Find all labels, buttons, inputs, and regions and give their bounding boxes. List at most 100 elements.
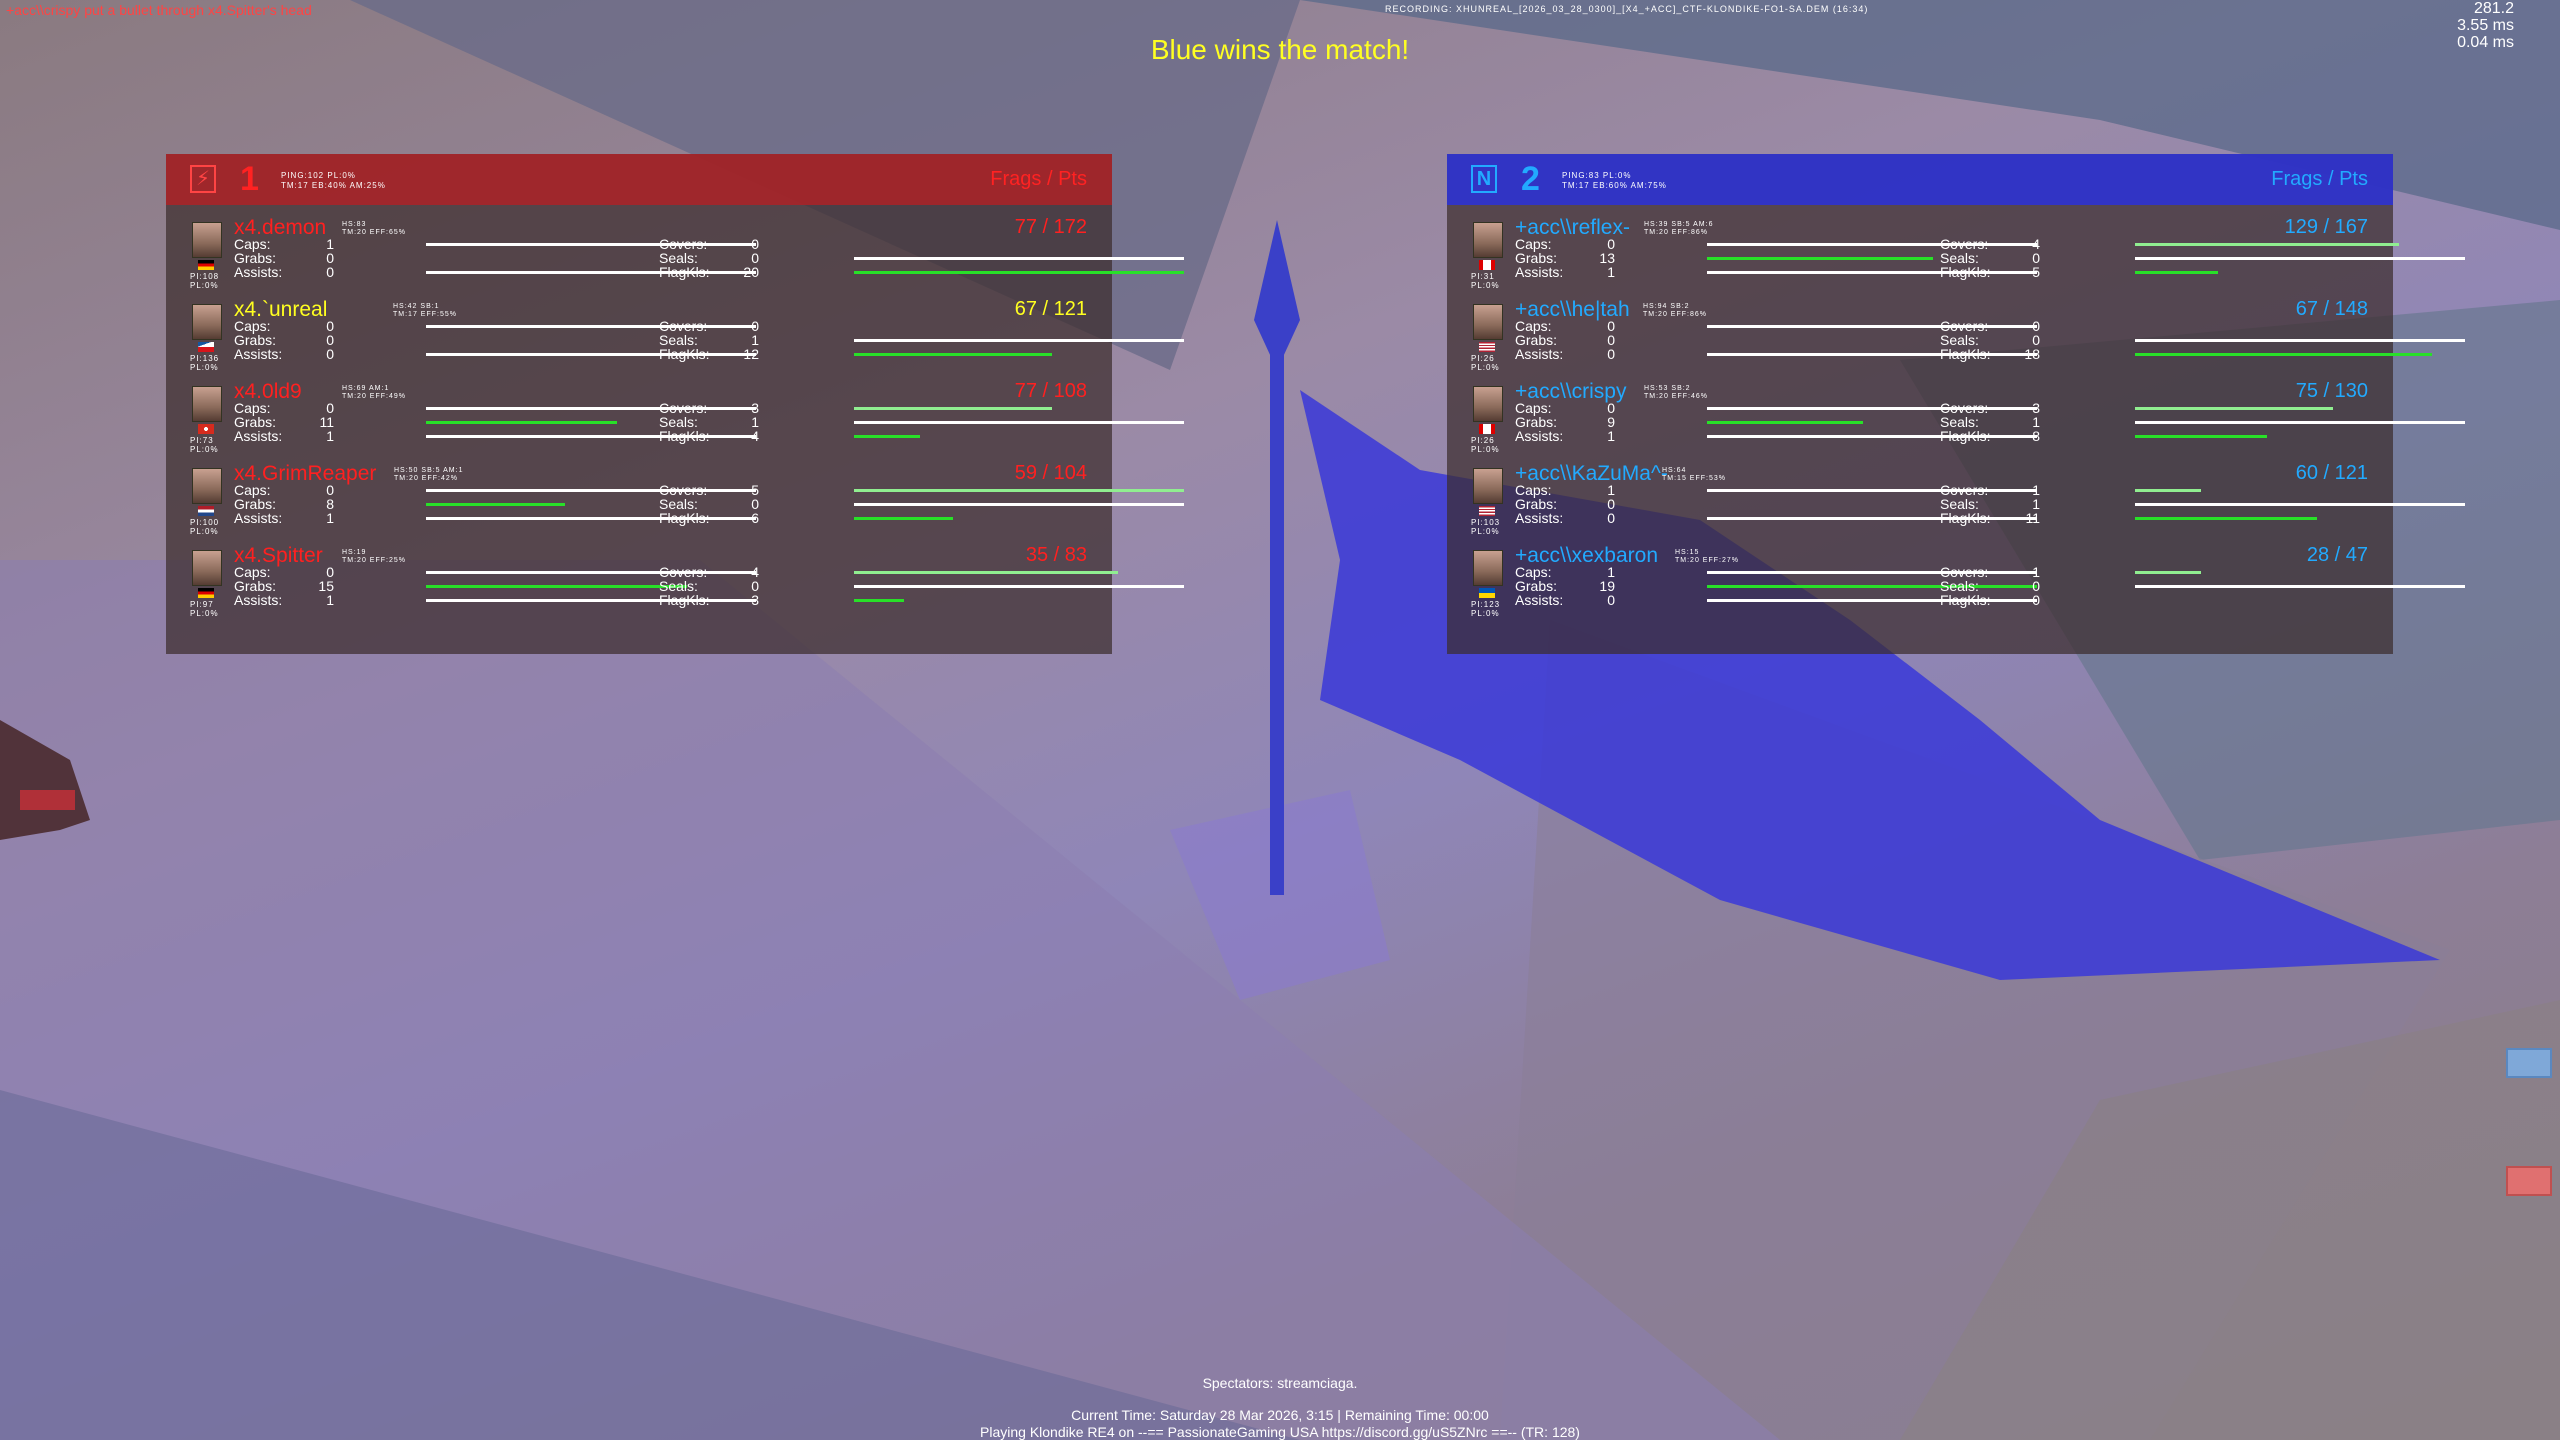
player-avatar <box>192 468 222 504</box>
player-packet-loss: PL:0% <box>190 527 219 536</box>
stat-label-assists: Assists: <box>234 592 283 608</box>
stat-value-flagkls: 0 <box>2032 592 2040 608</box>
player-stats-line2: TM:20 EFF:86% <box>1644 229 1708 236</box>
stat-bar-seals <box>2135 421 2465 424</box>
player-ping-value: PI:26 <box>1471 354 1495 363</box>
stat-value-assists: 0 <box>326 264 334 280</box>
stat-label-flagkls: FlagKls: <box>1940 346 1991 362</box>
stat-bar-flagkls <box>854 271 1184 274</box>
stat-bar-flagkls <box>854 517 953 520</box>
red-team-icon: ⚡ <box>190 165 216 193</box>
flag-pole <box>1270 330 1284 895</box>
player-ping-value: PI:136 <box>190 354 220 363</box>
player-frags-points: 77 / 108 <box>1014 380 1087 402</box>
stat-label-flagkls: FlagKls: <box>1940 510 1991 526</box>
czech-flag-icon <box>198 342 214 352</box>
stat-value-assists: 1 <box>326 428 334 444</box>
player-row[interactable]: PI:136 PL:0% x4.`unreal HS:42 SB:1 TM:17 EFF… <box>166 292 1184 374</box>
stat-label-flagkls: FlagKls: <box>1940 264 1991 280</box>
stat-label-flagkls: FlagKls: <box>659 592 710 608</box>
player-row[interactable]: PI:26 PL:0% +acc\\he|tah HS:94 SB:2 TM:20 EF… <box>1447 292 2465 374</box>
stat-bar-covers <box>2135 489 2201 492</box>
player-avatar <box>1473 386 1503 422</box>
stat-bar-seals <box>854 339 1184 342</box>
player-avatar <box>192 550 222 586</box>
player-stats-info: HS:83 TM:20 EFF:65% <box>342 221 406 237</box>
player-stats-line2: TM:20 EFF:49% <box>342 393 406 400</box>
player-row[interactable]: PI:100 PL:0% x4.GrimReaper HS:50 SB:5 AM:1 T… <box>166 456 1184 538</box>
germany-flag-icon <box>198 588 214 598</box>
recording-status: RECORDING: XHUNREAL_[2026_03_28_0300]_[X… <box>1385 4 1869 14</box>
left-pickup-detail <box>20 790 75 810</box>
stat-bar-seals <box>2135 585 2465 588</box>
player-stats-info: HS:69 AM:1 TM:20 EFF:49% <box>342 385 406 401</box>
stat-value-assists: 1 <box>1607 264 1615 280</box>
player-row[interactable]: PI:108 PL:0% x4.demon HS:83 TM:20 EFF:65% 77 … <box>166 210 1184 292</box>
player-frags-points: 67 / 121 <box>1014 298 1087 320</box>
player-avatar <box>1473 304 1503 340</box>
stat-value-flagkls: 3 <box>751 592 759 608</box>
player-packet-loss: PL:0% <box>190 281 219 290</box>
blue-team-info-line1: PING:83 PL:0% <box>1562 171 1632 180</box>
player-ping: PI:26 PL:0% <box>1471 436 1500 454</box>
player-ping: PI:136 PL:0% <box>190 354 219 372</box>
player-avatar <box>192 222 222 258</box>
blue-team-scoreboard: N 2 PING:83 PL:0% TM:17 EB:60% AM:75% Fr… <box>1447 154 2465 654</box>
switzerland-flag-icon <box>198 424 214 434</box>
red-team-header: ⚡ 1 PING:102 PL:0% TM:17 EB:40% AM:25% F… <box>166 154 1112 205</box>
stat-bar-flagkls <box>2135 353 2432 356</box>
player-row[interactable]: PI:97 PL:0% x4.Spitter HS:19 TM:20 EFF:25% 35… <box>166 538 1184 620</box>
stat-bar-flagkls <box>2135 517 2317 520</box>
player-row[interactable]: PI:123 PL:0% +acc\\xexbaron HS:15 TM:20 EFF:… <box>1447 538 2465 620</box>
stat-bar-flagkls <box>2135 435 2267 438</box>
fps-readout: 281.2 <box>2473 0 2514 17</box>
stat-label-assists: Assists: <box>1515 428 1564 444</box>
stat-bar-grabs <box>1707 421 1863 424</box>
player-stats-info: HS:50 SB:5 AM:1 TM:20 EFF:42% <box>394 467 463 483</box>
stat-bar-seals <box>854 257 1184 260</box>
player-packet-loss: PL:0% <box>1471 281 1500 290</box>
player-ping: PI:103 PL:0% <box>1471 518 1500 536</box>
usa-flag-icon <box>1479 342 1495 352</box>
stat-bar-seals <box>2135 503 2465 506</box>
stat-label-flagkls: FlagKls: <box>659 428 710 444</box>
red-team-scoreboard: ⚡ 1 PING:102 PL:0% TM:17 EB:40% AM:25% F… <box>166 154 1184 654</box>
stat-value-assists: 0 <box>326 346 334 362</box>
player-stats-line2: TM:20 EFF:65% <box>342 229 406 236</box>
stat-value-flagkls: 6 <box>751 510 759 526</box>
blue-flag-status-icon <box>2506 1048 2552 1078</box>
player-stats-line1: HS:15 <box>1675 549 1700 556</box>
stat-value-assists: 0 <box>1607 592 1615 608</box>
spectators-list: Spectators: streamciaga. <box>1202 1375 1358 1391</box>
stat-bar-covers <box>2135 407 2333 410</box>
stat-bar-flagkls <box>2135 271 2218 274</box>
canada-flag-icon <box>1479 424 1495 434</box>
stat-bar-seals <box>854 585 1184 588</box>
player-stats-line1: HS:39 SB:5 AM:6 <box>1644 221 1714 228</box>
player-ping: PI:100 PL:0% <box>190 518 219 536</box>
player-stats-info: HS:64 TM:15 EFF:53% <box>1662 467 1726 483</box>
flag-pole-tip <box>1254 220 1300 370</box>
player-row[interactable]: PI:73 PL:0% x4.0ld9 HS:69 AM:1 TM:20 EFF:49%… <box>166 374 1184 456</box>
frame-time-readout: 3.55 ms <box>2457 17 2514 34</box>
player-packet-loss: PL:0% <box>190 363 219 372</box>
player-avatar <box>192 386 222 422</box>
player-ping-value: PI:100 <box>190 518 220 527</box>
player-row[interactable]: PI:31 PL:0% +acc\\reflex- HS:39 SB:5 AM:6 TM… <box>1447 210 2465 292</box>
kill-message: +acc\\crispy put a bullet through x4.Spi… <box>6 2 312 18</box>
player-stats-line2: TM:20 EFF:27% <box>1675 557 1739 564</box>
stat-value-flagkls: 4 <box>751 428 759 444</box>
player-stats-line2: TM:17 EFF:55% <box>393 311 457 318</box>
player-frags-points: 28 / 47 <box>2306 544 2368 566</box>
stat-value-assists: 0 <box>1607 346 1615 362</box>
player-stats-line1: HS:50 SB:5 AM:1 <box>394 467 464 474</box>
stat-value-assists: 1 <box>326 592 334 608</box>
ukraine-flag-icon <box>1479 588 1495 598</box>
player-stats-line1: HS:42 SB:1 <box>393 303 440 310</box>
stat-label-flagkls: FlagKls: <box>1940 592 1991 608</box>
player-stats-line1: HS:53 SB:2 <box>1644 385 1691 392</box>
player-row[interactable]: PI:103 PL:0% +acc\\KaZuMa^- HS:64 TM:15 EFF:… <box>1447 456 2465 538</box>
stat-value-flagkls: 20 <box>743 264 759 280</box>
player-packet-loss: PL:0% <box>190 445 219 454</box>
player-row[interactable]: PI:26 PL:0% +acc\\crispy HS:53 SB:2 TM:20 EF… <box>1447 374 2465 456</box>
